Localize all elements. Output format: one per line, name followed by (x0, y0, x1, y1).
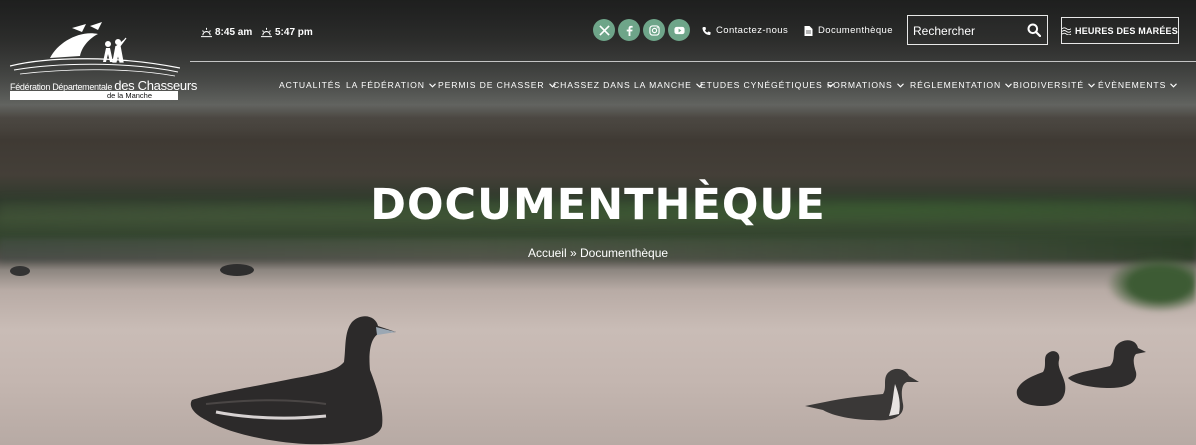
chevron-down-icon (428, 82, 436, 88)
nav-item-actualites[interactable]: ACTUALITÉS (279, 80, 341, 90)
nav-item-etudes[interactable]: ETUDES CYNÉGÉTIQUES (700, 80, 834, 90)
nav-item-chassez[interactable]: CHASSEZ DANS LA MANCHE (553, 80, 703, 90)
facebook-link[interactable] (618, 19, 640, 41)
breadcrumb-current: Documenthèque (580, 246, 669, 260)
breadcrumb-separator: » (569, 246, 577, 260)
document-icon (804, 25, 813, 36)
waves-icon (1062, 27, 1072, 35)
nav-item-formations[interactable]: FORMATIONS (827, 80, 904, 90)
x-twitter-link[interactable] (593, 19, 615, 41)
duck-image-1 (805, 368, 919, 421)
search-input[interactable] (913, 21, 1023, 41)
logo-text-line2: de la Manche (10, 91, 178, 100)
search-icon[interactable] (1027, 23, 1041, 37)
duck-image-3 (1068, 340, 1146, 388)
site-logo[interactable]: Fédération Départementale des Chasseurs … (10, 22, 197, 100)
contact-link[interactable]: Contactez-nous (702, 25, 788, 36)
chevron-down-icon (1005, 82, 1012, 88)
tides-button[interactable]: HEURES DES MARÉES (1061, 17, 1179, 44)
breadcrumb: Accueil » Documenthèque (0, 246, 1196, 260)
header-divider (190, 61, 1196, 62)
chevron-down-icon (896, 82, 904, 88)
sunrise-time: 8:45 am (201, 27, 252, 38)
x-icon (598, 24, 610, 36)
sunrise-icon (201, 27, 212, 38)
instagram-link[interactable] (643, 19, 665, 41)
instagram-icon (648, 24, 660, 36)
youtube-link[interactable] (668, 19, 690, 41)
documents-link[interactable]: Documenthèque (804, 25, 893, 36)
hero-bush (1106, 255, 1196, 313)
nav-item-permis[interactable]: PERMIS DE CHASSER (438, 80, 556, 90)
breadcrumb-home-link[interactable]: Accueil (528, 246, 567, 260)
chevron-down-icon (1170, 82, 1178, 88)
distant-bird-1 (10, 262, 30, 276)
youtube-icon (673, 26, 685, 34)
nav-item-federation[interactable]: LA FÉDÉRATION (346, 80, 436, 90)
sunset-time: 5:47 pm (261, 27, 313, 38)
nav-item-evenements[interactable]: ÉVÈNEMENTS (1098, 80, 1178, 90)
hunters-logo-icon (10, 22, 180, 77)
search-box (907, 15, 1048, 45)
nav-item-reglementation[interactable]: RÉGLEMENTATION (910, 80, 1012, 90)
duck-image-2 (1016, 351, 1066, 406)
page-title: DOCUMENTHÈQUE (370, 180, 826, 230)
phone-icon (702, 26, 711, 35)
distant-bird-2 (220, 258, 254, 276)
chevron-down-icon (1088, 82, 1095, 88)
sunset-icon (261, 27, 272, 38)
nav-item-biodiversite[interactable]: BIODIVERSITÉ (1013, 80, 1095, 90)
facebook-icon (626, 25, 633, 36)
goose-image (190, 316, 396, 445)
